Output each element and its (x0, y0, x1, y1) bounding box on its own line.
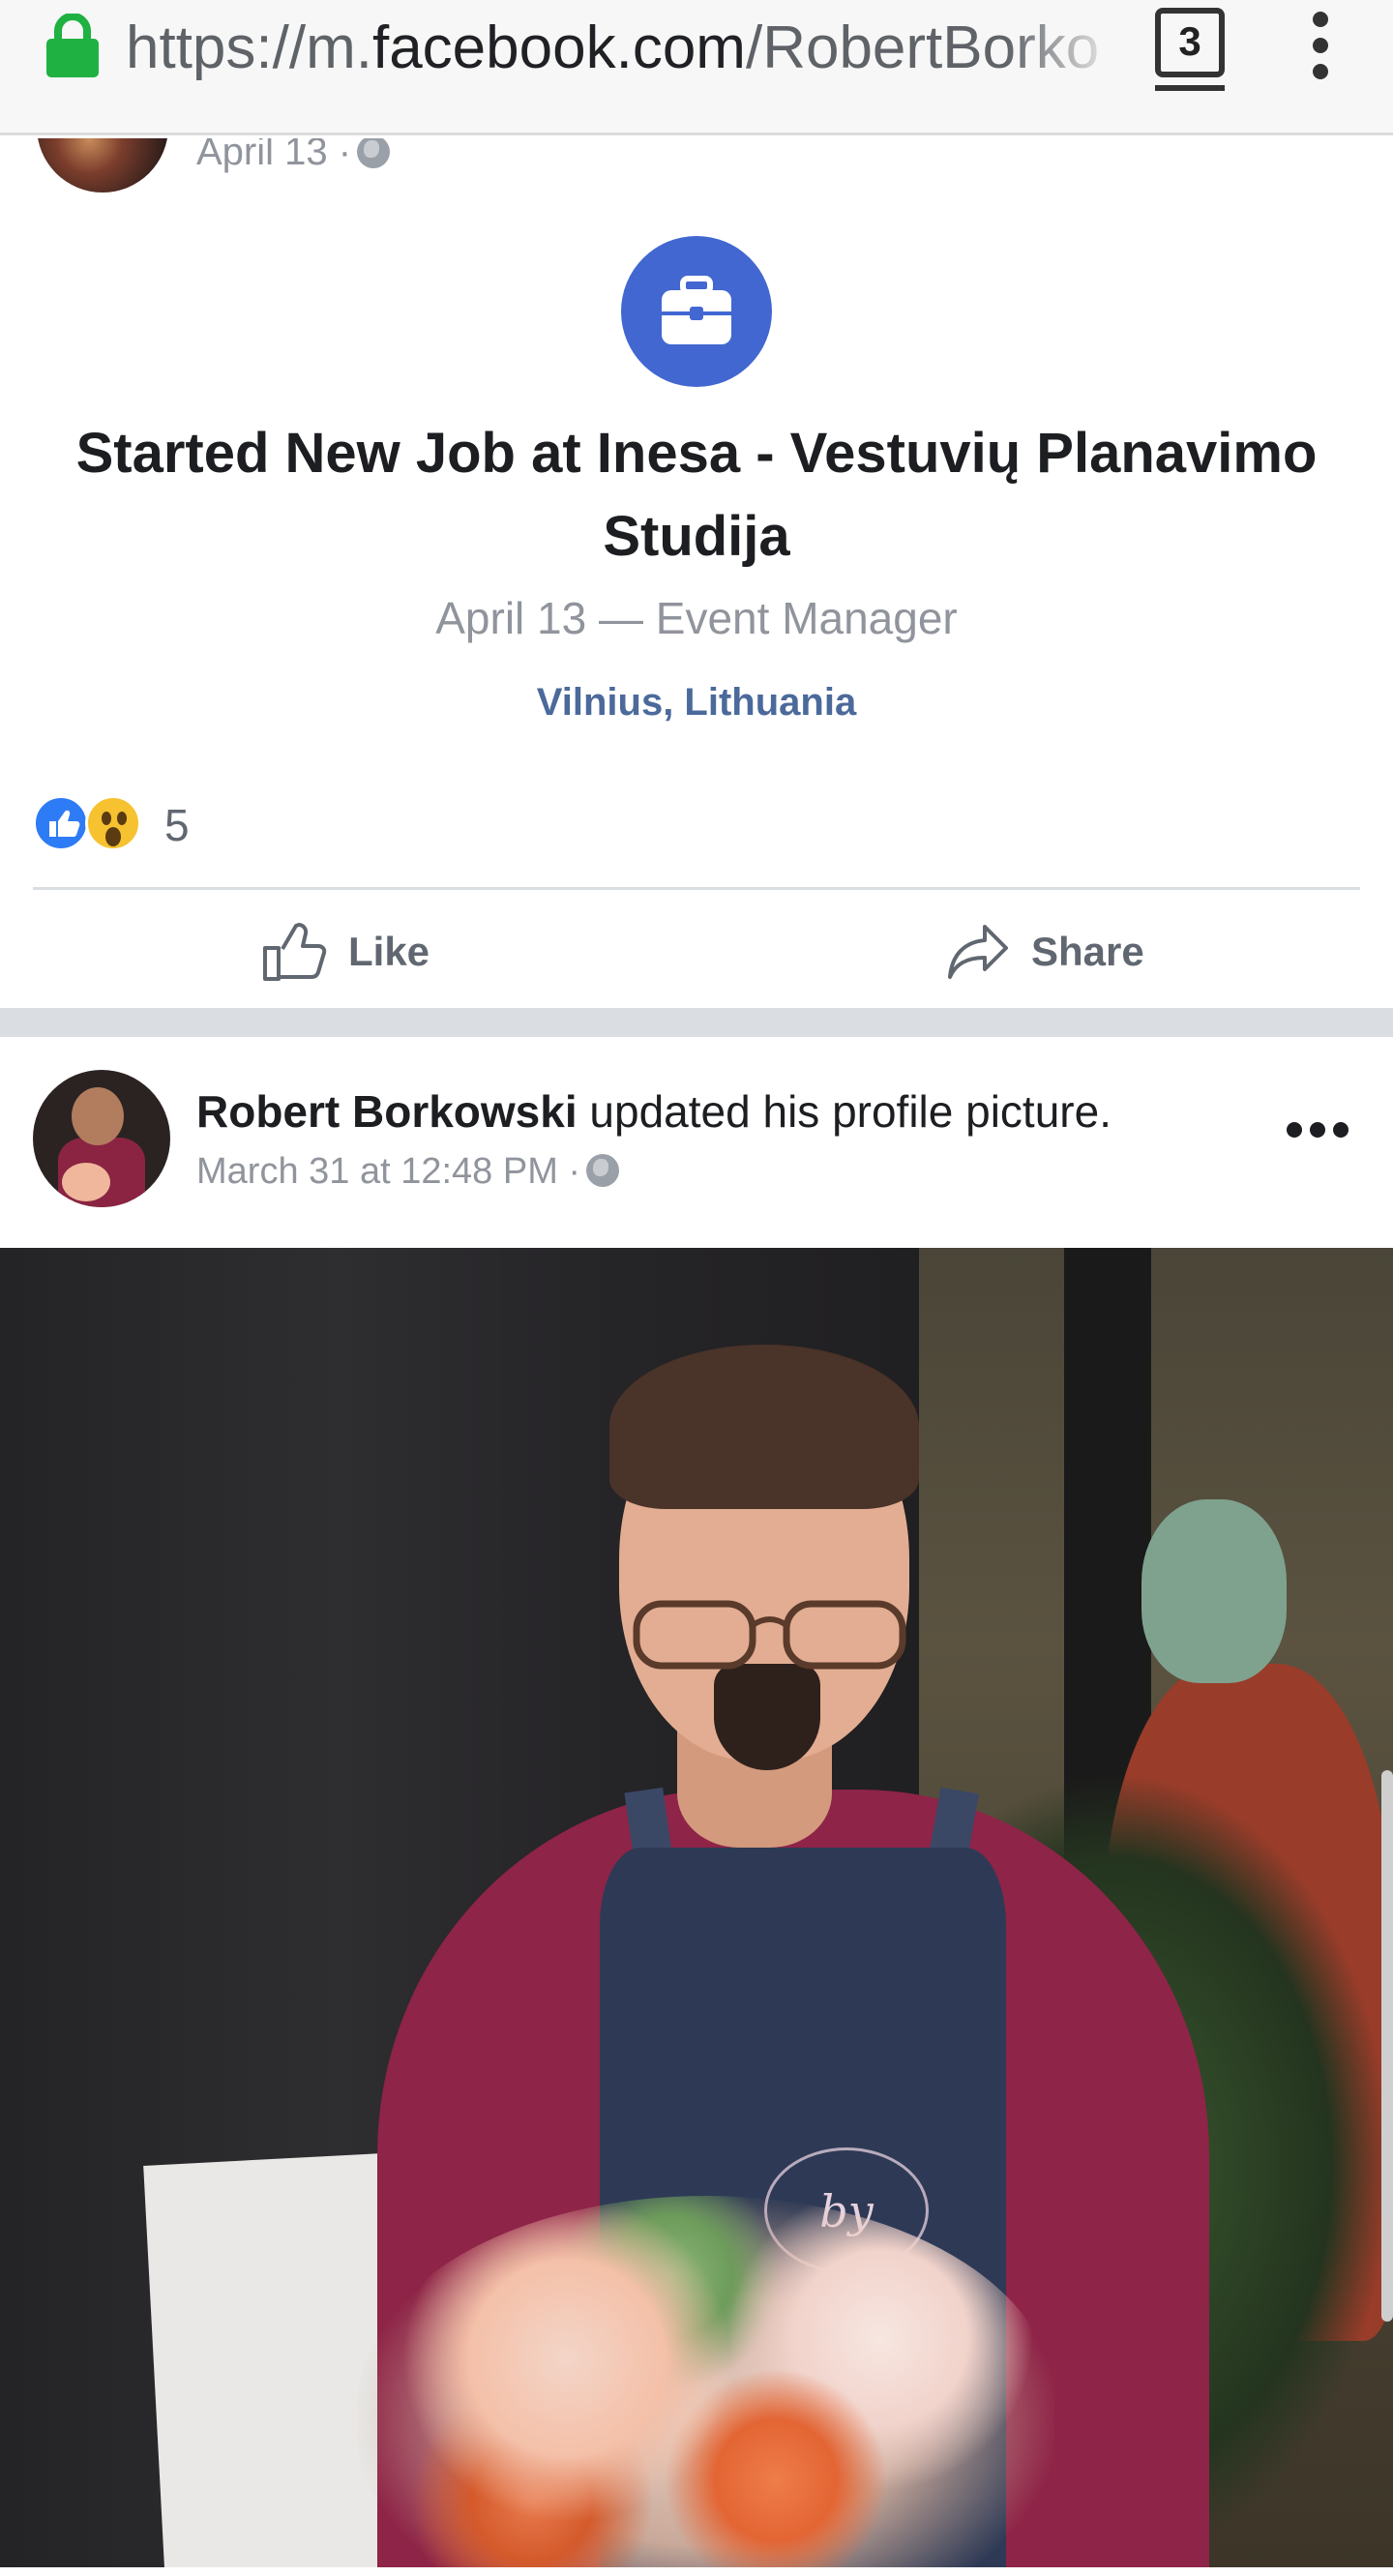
thumbs-up-icon (263, 923, 327, 981)
url-field[interactable]: https://m.facebook.com/RobertBorko (126, 10, 1122, 87)
like-reaction-icon (33, 795, 89, 851)
scrollbar[interactable] (1381, 1770, 1393, 2322)
post-action-text: updated his profile picture. (577, 1086, 1111, 1137)
post-date-text: April 13 · (196, 138, 352, 173)
overflow-menu-icon[interactable] (1306, 12, 1335, 79)
like-label: Like (348, 929, 430, 974)
reaction-count: 5 (164, 800, 190, 850)
profile-picture-photo[interactable]: by Inesa (0, 1248, 1393, 2567)
reaction-summary[interactable]: 5 (33, 795, 323, 855)
more-options-icon[interactable] (1287, 1122, 1349, 1138)
url-path: /RobertBorko (745, 15, 1100, 81)
share-label: Share (1031, 929, 1144, 974)
lock-icon (46, 14, 99, 77)
like-button[interactable]: Like (261, 913, 430, 991)
post-date-text: March 31 at 12:48 PM · (196, 1151, 581, 1192)
feed-separator (0, 1008, 1393, 1037)
briefcase-icon (621, 236, 772, 387)
divider (33, 887, 1360, 890)
wow-reaction-icon (85, 795, 141, 851)
tabs-icon[interactable]: 3 (1155, 8, 1225, 91)
globe-icon (357, 138, 391, 168)
post-date[interactable]: March 31 at 12:48 PM · (196, 1151, 620, 1193)
avatar[interactable] (37, 138, 168, 192)
tab-count: 3 (1178, 18, 1201, 64)
share-arrow-icon (948, 925, 1008, 979)
share-button[interactable]: Share (946, 913, 1144, 991)
author-name-link[interactable]: Robert Borkowski (196, 1086, 578, 1137)
browser-address-bar: https://m.facebook.com/RobertBorko 3 (0, 0, 1393, 135)
globe-icon (586, 1154, 620, 1187)
life-event-subtitle: April 13 — Event Manager (435, 593, 958, 643)
post-date[interactable]: April 13 · (196, 138, 391, 174)
life-event-title: Started New Job at Inesa - Vestuvių Plan… (75, 422, 1318, 568)
location-link[interactable]: Vilnius, Lithuania (0, 681, 1393, 725)
post-header: April 13 · (0, 138, 1393, 196)
page-bottom (0, 2567, 1393, 2576)
post-author-line: Robert Borkowski updated his profile pic… (196, 1085, 1111, 1138)
url-scheme: https://m. (126, 15, 372, 81)
url-host: facebook.com (371, 15, 746, 81)
avatar[interactable] (33, 1070, 170, 1207)
